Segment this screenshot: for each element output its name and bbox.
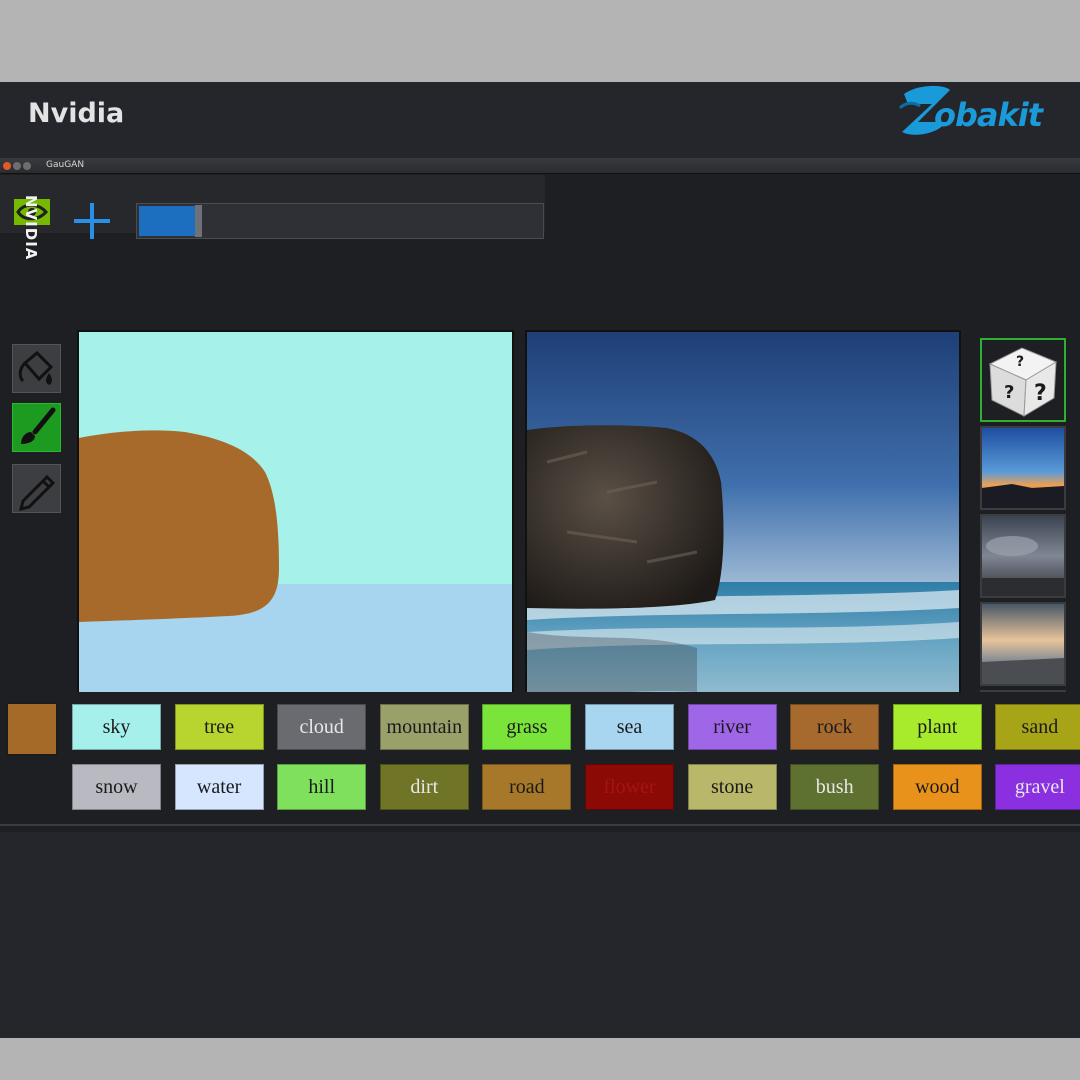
label-grass-button[interactable]: grass bbox=[482, 704, 572, 750]
label-stone-button[interactable]: stone bbox=[687, 764, 777, 810]
dusk-thumbnail-image bbox=[982, 604, 1064, 684]
window-titlebar: GauGAN bbox=[0, 158, 1080, 174]
label-plant-button[interactable]: plant bbox=[892, 704, 982, 750]
current-color-swatch bbox=[6, 702, 58, 756]
label-gravel-button[interactable]: gravel bbox=[995, 764, 1080, 810]
sunset-style-thumbnail[interactable] bbox=[980, 426, 1066, 510]
logo-text: obakit bbox=[934, 96, 1043, 134]
screenshot-stage: Nvidia obakit GauGAN NVIDIA ? ? ? sky tr… bbox=[0, 0, 1080, 1080]
label-cloud-button[interactable]: cloud bbox=[277, 704, 367, 750]
label-palette: sky tree cloud mountain grass sea river rock pla… bbox=[0, 692, 1080, 832]
window-maximize-button[interactable] bbox=[23, 162, 31, 170]
divider-line bbox=[0, 824, 1080, 826]
paint-bucket-icon bbox=[18, 350, 54, 385]
window-title: GauGAN bbox=[46, 160, 85, 170]
dice-icon: ? ? ? bbox=[982, 340, 1064, 420]
video-frame: Nvidia obakit GauGAN NVIDIA ? ? ? sky tr… bbox=[0, 82, 1080, 1038]
label-sky-button[interactable]: sky bbox=[72, 704, 161, 750]
label-road-button[interactable]: road bbox=[482, 764, 572, 810]
label-river-button[interactable]: river bbox=[687, 704, 777, 750]
label-dirt-button[interactable]: dirt bbox=[379, 764, 469, 810]
label-flower-button[interactable]: flower bbox=[585, 764, 674, 810]
random-style-thumbnail[interactable]: ? ? ? bbox=[980, 338, 1066, 422]
label-hill-button[interactable]: hill bbox=[277, 764, 367, 810]
svg-text:?: ? bbox=[1034, 381, 1047, 406]
page-title: Nvidia bbox=[28, 98, 125, 129]
label-water-button[interactable]: water bbox=[174, 764, 264, 810]
paint-bucket-tool-button[interactable] bbox=[12, 344, 61, 393]
label-sea-button[interactable]: sea bbox=[585, 704, 674, 750]
progress-handle[interactable] bbox=[195, 205, 202, 237]
top-toolbar: NVIDIA bbox=[0, 175, 545, 260]
pencil-tool-button[interactable] bbox=[12, 464, 61, 513]
window-close-button[interactable] bbox=[3, 162, 11, 170]
label-bush-button[interactable]: bush bbox=[790, 764, 880, 810]
brand-logo: obakit bbox=[898, 82, 1076, 140]
pencil-icon bbox=[18, 474, 56, 512]
brush-icon bbox=[21, 407, 56, 444]
label-snow-button[interactable]: snow bbox=[72, 764, 161, 810]
window-minimize-button[interactable] bbox=[13, 162, 21, 170]
sunset-thumbnail-image bbox=[982, 428, 1064, 508]
label-tree-button[interactable]: tree bbox=[174, 704, 264, 750]
generation-progress-bar bbox=[136, 203, 544, 239]
nvidia-wordmark: NVIDIA bbox=[22, 195, 40, 261]
brush-tool-button[interactable] bbox=[12, 403, 61, 452]
label-sand-button[interactable]: sand bbox=[995, 704, 1080, 750]
svg-text:?: ? bbox=[1004, 382, 1014, 403]
progress-fill bbox=[139, 206, 195, 236]
add-icon[interactable] bbox=[70, 199, 114, 243]
cloudy-thumbnail-image bbox=[982, 516, 1064, 596]
svg-text:?: ? bbox=[1016, 354, 1024, 370]
cloudy-style-thumbnail[interactable] bbox=[980, 514, 1066, 598]
dusk-style-thumbnail[interactable] bbox=[980, 602, 1066, 686]
label-rock-button[interactable]: rock bbox=[790, 704, 880, 750]
label-mountain-button[interactable]: mountain bbox=[379, 704, 469, 750]
label-wood-button[interactable]: wood bbox=[892, 764, 982, 810]
